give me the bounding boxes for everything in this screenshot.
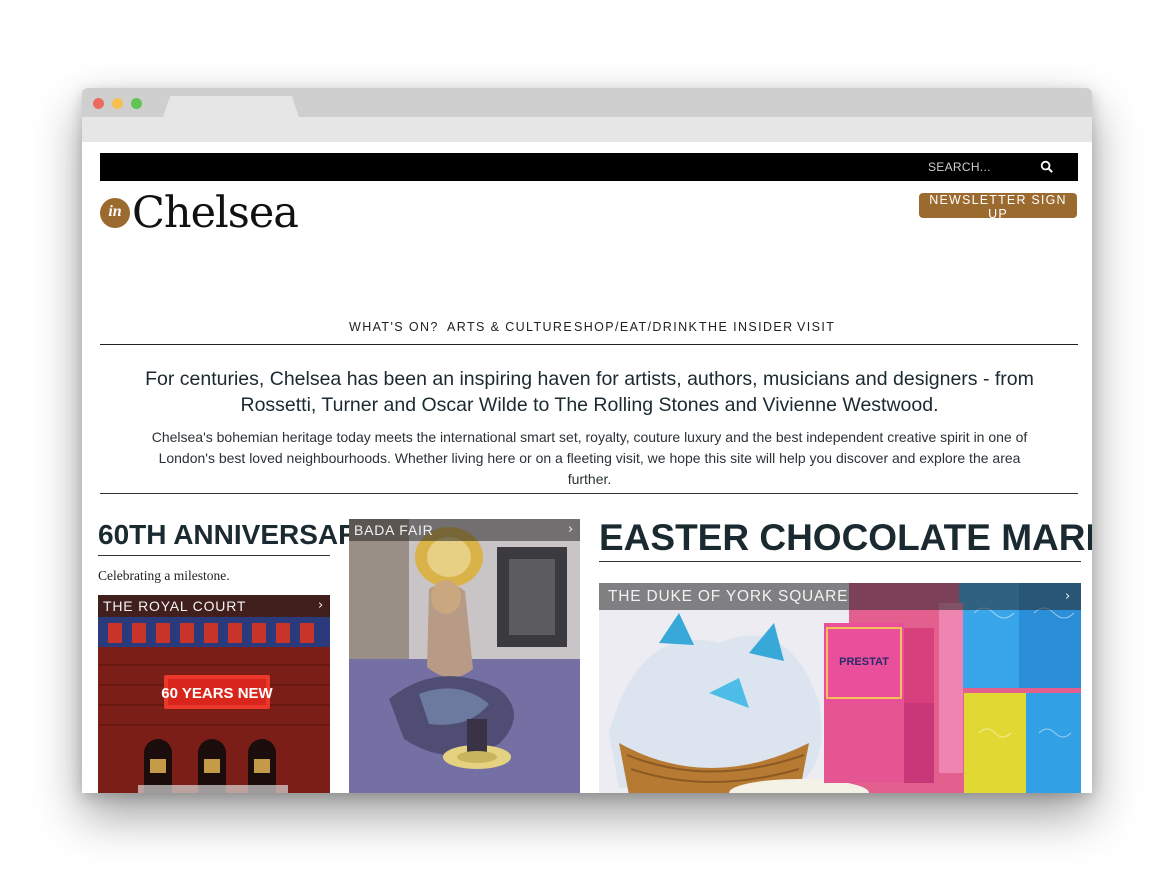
anniversary-heading[interactable]: 60TH ANNIVERSARY: [98, 519, 376, 556]
bada-fair-label: BADA FAIR ›: [349, 519, 580, 541]
nav-item-visit[interactable]: VISIT: [797, 320, 835, 334]
intro-divider: [100, 493, 1078, 494]
web-page: in Chelsea NEWSLETTER SIGN UP WHAT'S ON?…: [82, 142, 1092, 793]
chevron-right-icon[interactable]: ›: [568, 519, 574, 541]
prestat-box-brand: PRESTAT: [839, 656, 889, 668]
intro-body: Chelsea's bohemian heritage today meets …: [151, 429, 1028, 487]
chocolate-market-photo: PRESTAT: [599, 583, 1081, 793]
chevron-right-icon[interactable]: ›: [1065, 583, 1071, 610]
close-window-icon[interactable]: [93, 98, 104, 109]
search-bar: [100, 153, 1078, 181]
anniversary-subtitle: Celebrating a milestone.: [98, 568, 230, 583]
browser-titlebar: [82, 88, 1092, 120]
chevron-right-icon[interactable]: ›: [318, 595, 324, 617]
browser-toolbar: [82, 117, 1092, 142]
bada-fair-painting: [349, 519, 580, 793]
nav-item-arts-culture[interactable]: ARTS & CULTURE: [447, 320, 573, 334]
nav-item-whats-on[interactable]: WHAT'S ON?: [349, 320, 439, 334]
nav-item-the-insider[interactable]: THE INSIDER: [699, 320, 794, 334]
easter-market-heading[interactable]: EASTER CHOCOLATE MARKET: [599, 518, 1092, 562]
royal-court-image: 60 YEARS NEW: [98, 595, 330, 793]
browser-window: in Chelsea NEWSLETTER SIGN UP WHAT'S ON?…: [82, 88, 1092, 793]
nav-item-shop-eat-drink[interactable]: SHOP/EAT/DRINK: [574, 320, 698, 334]
logo-badge: in: [100, 198, 130, 228]
search-icon[interactable]: [1040, 160, 1054, 174]
royal-court-label-text: THE ROYAL COURT: [103, 598, 247, 614]
royal-court-sign-text: 60 YEARS NEW: [161, 685, 273, 702]
main-navigation: WHAT'S ON? ARTS & CULTURE SHOP/EAT/DRINK…: [100, 319, 1078, 345]
royal-court-label: THE ROYAL COURT ›: [98, 595, 330, 617]
duke-of-york-label-text: THE DUKE OF YORK SQUARE: [608, 588, 849, 605]
duke-of-york-label: THE DUKE OF YORK SQUARE ›: [599, 583, 1081, 610]
maximize-window-icon[interactable]: [131, 98, 142, 109]
royal-court-card[interactable]: 60 YEARS NEW THE ROYAL COURT ›: [98, 595, 330, 793]
logo-wordmark: Chelsea: [132, 188, 299, 238]
minimize-window-icon[interactable]: [112, 98, 123, 109]
bada-fair-card[interactable]: BADA FAIR ›: [349, 519, 580, 793]
newsletter-signup-button[interactable]: NEWSLETTER SIGN UP: [919, 193, 1077, 221]
duke-of-york-card[interactable]: PRESTAT THE DUKE OF YORK SQUARE ›: [599, 583, 1081, 793]
bada-fair-label-text: BADA FAIR: [354, 522, 434, 538]
search-input[interactable]: [928, 158, 1038, 176]
intro-lead: For centuries, Chelsea has been an inspi…: [145, 368, 1034, 416]
